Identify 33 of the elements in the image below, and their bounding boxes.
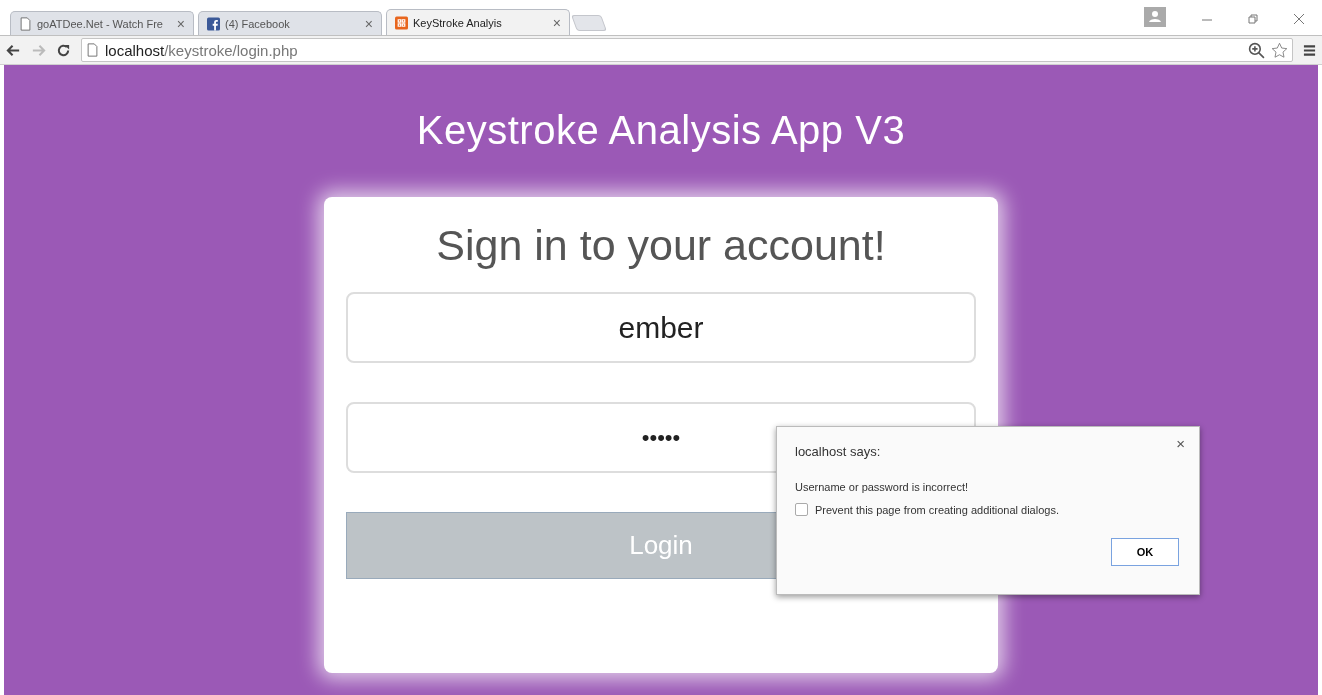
browser-tab[interactable]: KeyStroke Analyis × bbox=[386, 9, 570, 35]
app-title: Keystroke Analysis App V3 bbox=[416, 108, 906, 154]
browser-tab[interactable]: goATDee.Net - Watch Fre × bbox=[10, 11, 194, 35]
dialog-close-button[interactable]: × bbox=[1176, 435, 1185, 459]
forward-icon[interactable] bbox=[31, 42, 46, 58]
star-icon[interactable] bbox=[1271, 41, 1288, 59]
tab-title: KeyStroke Analyis bbox=[413, 16, 503, 29]
new-tab-button[interactable] bbox=[571, 15, 607, 31]
sign-in-heading: Sign in to your account! bbox=[436, 221, 886, 270]
menu-icon[interactable] bbox=[1303, 43, 1316, 57]
facebook-icon bbox=[207, 16, 220, 31]
dialog-message: Username or password is incorrect! bbox=[795, 481, 969, 493]
close-icon[interactable] bbox=[1293, 13, 1305, 25]
restore-icon[interactable] bbox=[1247, 13, 1259, 25]
tab-close-button[interactable]: × bbox=[364, 15, 373, 32]
page-icon bbox=[19, 16, 32, 31]
reload-icon[interactable] bbox=[56, 42, 71, 58]
app-icon bbox=[395, 15, 408, 30]
tab-title: (4) Facebook bbox=[225, 17, 291, 30]
user-icon[interactable] bbox=[1144, 7, 1166, 27]
address-bar[interactable]: localhost/keystroke/login.php bbox=[81, 38, 1293, 62]
tab-title: goATDee.Net - Watch Fre bbox=[37, 17, 164, 30]
dialog-title: localhost says: bbox=[795, 444, 881, 459]
ok-button[interactable]: OK bbox=[1111, 538, 1179, 566]
page-icon bbox=[86, 43, 99, 57]
username-field[interactable]: ember bbox=[346, 292, 976, 363]
tab-close-button[interactable]: × bbox=[176, 15, 185, 32]
tab-close-button[interactable]: × bbox=[552, 14, 561, 31]
back-icon[interactable] bbox=[6, 42, 21, 58]
checkbox[interactable] bbox=[795, 503, 808, 516]
browser-tab[interactable]: (4) Facebook × bbox=[198, 11, 382, 35]
zoom-icon[interactable] bbox=[1248, 41, 1265, 59]
url-text: localhost/keystroke/login.php bbox=[105, 41, 298, 59]
